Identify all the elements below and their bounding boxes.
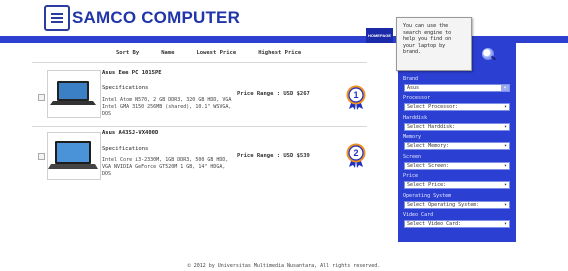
filter-label-harddisk: Harddisk [403,115,428,121]
spec-heading: Specifications [102,146,149,152]
filter-label-brand: Brand [403,76,419,82]
screen-select-value: Select Screen: [407,163,450,169]
filter-label-video-card: Video Card [403,212,434,218]
laptop-icon [48,141,98,169]
brand-select[interactable]: Asus ▾ [404,84,510,92]
product-spec: Intel Atom N570, 2 GB DDR3, 320 GB HDD, … [102,97,232,117]
product-row: Asus Eee PC 1015PE Specifications Intel … [32,66,367,126]
rank-number: 2 [353,148,358,158]
os-select-value: Select Operating System: [407,202,480,208]
compare-checkbox[interactable] [38,153,45,160]
chevron-down-icon: ▾ [501,85,509,91]
price-select-value: Select Price: [407,182,447,188]
chevron-down-icon: ▾ [503,143,507,149]
logo-icon[interactable] [44,5,70,31]
chevron-down-icon: ▾ [503,221,507,227]
video-card-select[interactable]: Select Video Card: ▾ [404,220,510,228]
harddisk-select-value: Select Harddisk: [407,124,456,130]
chevron-down-icon: ▾ [503,202,507,208]
sort-bar: Sort By Name Lowest Price Highest Price [116,50,323,56]
price-select[interactable]: Select Price: ▾ [404,181,510,189]
chevron-down-icon: ▾ [503,182,507,188]
rank-number: 1 [353,90,358,100]
filter-label-os: Operating System [403,193,452,199]
rank-ribbon-icon: 2 [346,143,366,168]
filter-label-processor: Processor [403,95,431,101]
search-icon[interactable] [482,48,494,60]
video-card-select-value: Select Video Card: [407,221,462,227]
compare-checkbox[interactable] [38,94,45,101]
chevron-down-icon: ▾ [503,104,507,110]
rank-ribbon-icon: 1 [346,85,366,110]
os-select[interactable]: Select Operating System: ▾ [404,201,510,209]
spec-heading: Specifications [102,85,149,91]
brand-select-value: Asus [407,85,420,91]
sort-by-lowest-price[interactable]: Lowest Price [196,50,236,56]
product-name[interactable]: Asus Eee PC 1015PE [102,70,162,76]
screen-select[interactable]: Select Screen: ▾ [404,162,510,170]
filter-label-memory: Memory [403,134,422,140]
product-row: Asus A43SJ-VX400D Specifications Intel C… [32,128,367,188]
memory-select-value: Select Memory: [407,143,450,149]
sort-by-highest-price[interactable]: Highest Price [258,50,301,56]
product-price: Price Range : USD $267 [237,91,310,97]
product-spec: Intel Core i3-2330M, 1GB DDR3, 500 GB HD… [102,157,229,177]
chevron-down-icon: ▾ [503,124,507,130]
memory-select[interactable]: Select Memory: ▾ [404,142,510,150]
laptop-icon [50,81,96,105]
search-help-tooltip: You can use the search engine to help yo… [396,17,472,71]
product-image[interactable] [47,70,101,118]
product-image[interactable] [47,132,101,180]
divider [32,62,367,63]
divider [32,126,367,127]
filter-label-price: Price [403,173,419,179]
product-price: Price Range : USD $539 [237,153,310,159]
sort-label: Sort By [116,50,140,56]
filter-label-screen: Screen [403,154,422,160]
brand-name[interactable]: SAMCO COMPUTER [72,8,240,28]
harddisk-select[interactable]: Select Harddisk: ▾ [404,123,510,131]
footer-copyright: © 2012 by Universitas Multimedia Nusanta… [187,263,381,269]
processor-select[interactable]: Select Processor: ▾ [404,103,510,111]
processor-select-value: Select Processor: [407,104,459,110]
product-name[interactable]: Asus A43SJ-VX400D [102,130,158,136]
nav-home-tab[interactable]: HOMEPAGE [366,28,393,43]
chevron-down-icon: ▾ [503,163,507,169]
sort-by-name[interactable]: Name [161,50,174,56]
